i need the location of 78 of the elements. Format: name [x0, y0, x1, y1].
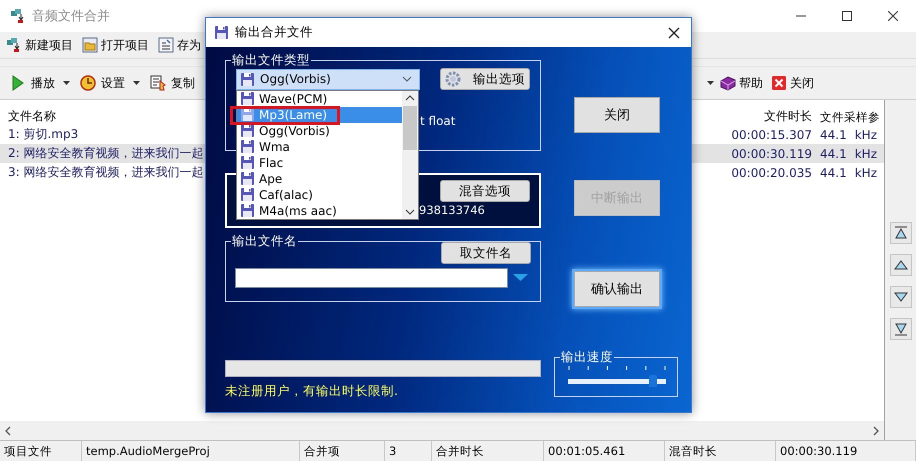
toolbar-button[interactable]: 新建项目: [4, 36, 75, 54]
toolbar-button[interactable]: 关闭: [769, 74, 816, 92]
group-label: 输出速度: [560, 350, 614, 364]
file-name-field[interactable]: [235, 268, 508, 288]
get-file-name-button[interactable]: 取文件名: [441, 242, 531, 264]
caret-icon: [132, 79, 141, 87]
document-icon: [158, 37, 174, 53]
horizontal-scrollbar[interactable]: [0, 421, 884, 440]
dropdown-option[interactable]: Caf(alac): [237, 186, 402, 202]
gear-icon: [445, 71, 461, 87]
dropdown-option[interactable]: Wma: [237, 138, 402, 154]
toolbar-button[interactable]: 播放: [8, 74, 74, 92]
move-button[interactable]: [890, 222, 912, 244]
table-cell: kHz: [854, 128, 877, 142]
group-label: 输出文件类型: [231, 53, 311, 67]
table-cell-text: 00:00:20.035: [730, 166, 812, 180]
status-text: 3: [385, 441, 432, 461]
dropdown-option[interactable]: Wave(PCM): [237, 90, 402, 106]
table-cell: 2: 网络安全教育视频，进来我们一起: [8, 145, 204, 162]
scroll-left-icon: [4, 424, 12, 436]
toolbar-button[interactable]: 帮助: [718, 74, 765, 92]
status-text: 混音时长: [665, 441, 776, 461]
window-title: 音频文件合并: [32, 8, 110, 25]
table-cell: kHz: [854, 166, 877, 180]
toolbar-button[interactable]: 复制: [148, 74, 197, 92]
notice-text: 未注册用户，有输出时长限制.: [225, 383, 399, 400]
column-header[interactable]: 文件时长: [692, 108, 812, 125]
dropdown-arrow-icon: [513, 274, 528, 282]
close-button[interactable]: 关闭: [574, 97, 660, 133]
column-header[interactable]: 文件名称: [8, 108, 56, 125]
output-options-button[interactable]: 输出选项: [440, 68, 530, 90]
table-cell-text: 00:00:30.119: [730, 146, 812, 160]
close-icon: [888, 11, 898, 21]
dropdown-option[interactable]: Ogg(Vorbis): [237, 122, 402, 138]
vertical-scrollbar[interactable]: [402, 90, 418, 218]
group-label: 输出文件名: [231, 234, 298, 248]
dropdown-option[interactable]: Ape: [237, 170, 402, 186]
dropdown-option[interactable]: Flac: [237, 154, 402, 170]
maximize-icon: [842, 11, 852, 21]
table-cell: 44.1: [820, 128, 847, 142]
toolbar-button[interactable]: 打开项目: [80, 36, 151, 54]
copy-icon: [150, 75, 166, 91]
new-project-icon: [6, 37, 22, 53]
move-button[interactable]: [890, 254, 912, 276]
confirm-output-button[interactable]: 确认输出: [574, 271, 660, 307]
column-header[interactable]: 文件采样参: [812, 110, 884, 125]
play-icon: [10, 75, 26, 91]
app-icon: [8, 7, 26, 25]
scroll-right-icon: [872, 424, 880, 436]
folder-icon: [82, 37, 98, 53]
status-text: 项目文件: [0, 441, 82, 461]
move-button[interactable]: [890, 286, 912, 308]
status-text: 合并时长: [432, 441, 544, 461]
scroll-down-icon: [405, 208, 415, 216]
status-text: 00:00:30.119: [776, 441, 916, 461]
chevron-down-icon: [401, 74, 413, 84]
scroll-up-icon: [405, 94, 415, 102]
dropdown-option[interactable]: M4a(ms aac): [237, 202, 402, 218]
table-cell: 44.1: [820, 146, 847, 160]
speed-slider[interactable]: [568, 366, 666, 388]
caret-icon: [706, 79, 715, 87]
table-cell-text: 00:00:15.307: [730, 128, 812, 142]
status-text: 合并项: [300, 441, 385, 461]
slider-thumb[interactable]: [649, 375, 658, 387]
status-text: temp.AudioMergeProj: [82, 441, 300, 461]
toolbar-button[interactable]: 设置: [78, 74, 144, 92]
format-text: t float: [420, 114, 456, 128]
close-icon: [771, 75, 787, 91]
clock-icon: [80, 75, 96, 91]
dialog-title: 输出合并文件: [235, 24, 313, 41]
table-cell: kHz: [854, 146, 877, 160]
table-cell: 44.1: [820, 166, 847, 180]
status-text: 00:01:05.461: [544, 441, 665, 461]
caret-icon: [62, 79, 71, 87]
toolbar-button[interactable]: 存为: [156, 36, 203, 54]
info-text: 938133746: [419, 203, 485, 217]
move-button[interactable]: [890, 318, 912, 340]
mix-options-button[interactable]: 混音选项: [440, 180, 530, 202]
